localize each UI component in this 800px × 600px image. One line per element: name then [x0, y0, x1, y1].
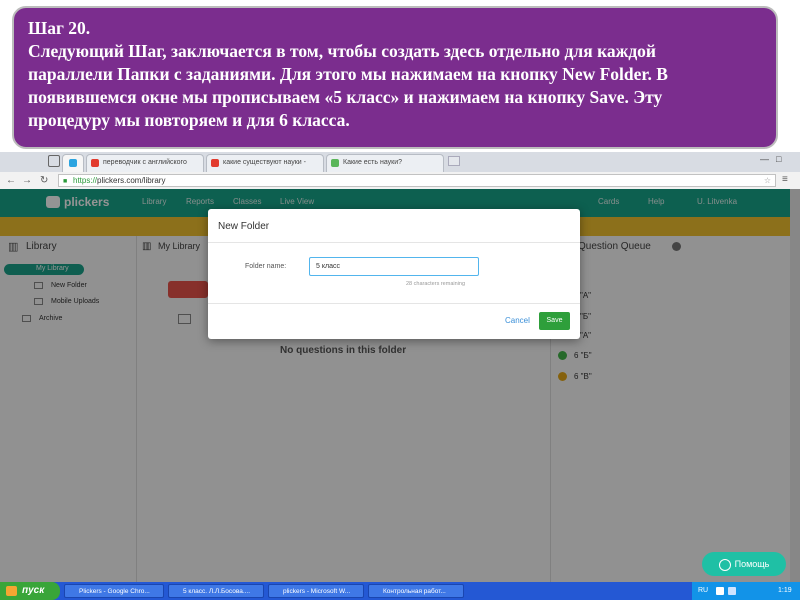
taskbar-item-chrome[interactable]: Plickers - Google Chro...: [64, 584, 164, 598]
caption-line: процедуру мы повторяем и для 6 класса.: [28, 110, 350, 130]
folder-name-value: 5 класс: [316, 263, 340, 270]
tab-label: переводчик с английского: [103, 159, 187, 166]
url-scheme: https://: [73, 176, 98, 185]
minimize-icon[interactable]: —: [760, 154, 769, 164]
plickers-favicon-icon: [69, 159, 77, 167]
cancel-button[interactable]: Cancel: [505, 316, 530, 325]
save-button[interactable]: Save: [539, 312, 570, 330]
taskbar-item-word-2[interactable]: Контрольная работ...: [368, 584, 464, 598]
dialog-title: New Folder: [218, 221, 270, 232]
url-text: plickers.com/library: [97, 176, 166, 185]
new-folder-dialog: New Folder Folder name: 5 класс 28 chara…: [208, 209, 580, 339]
tab-label: Какие есть науки?: [343, 159, 403, 166]
maximize-icon[interactable]: □: [776, 154, 781, 164]
taskbar-item-label: plickers - Microsoft W...: [283, 588, 351, 595]
start-button[interactable]: пуск: [0, 582, 60, 600]
address-bar[interactable]: ■ https://plickers.com/library ☆: [58, 174, 776, 187]
browser-tab-bar: переводчик с английского какие существую…: [0, 152, 800, 173]
back-icon[interactable]: ←: [6, 172, 16, 189]
tray-icon[interactable]: [728, 587, 736, 595]
apps-icon[interactable]: [48, 155, 60, 167]
help-button[interactable]: Помощь: [702, 552, 786, 576]
new-tab-icon[interactable]: [448, 156, 460, 166]
start-label: пуск: [22, 585, 45, 596]
forward-icon[interactable]: →: [22, 172, 32, 189]
lock-icon: ■: [63, 178, 68, 185]
windows-taskbar: Plickers - Google Chro... 5 класс. Л.Л.Б…: [0, 582, 800, 600]
tab-plickers[interactable]: [62, 154, 84, 172]
caption-line: Следующий Шаг, заключается в том, чтобы …: [28, 41, 657, 61]
system-tray: RU 1:19: [692, 582, 800, 600]
taskbar-item-label: Plickers - Google Chro...: [79, 588, 150, 595]
language-indicator[interactable]: RU: [698, 582, 708, 600]
clock: 1:19: [778, 587, 792, 594]
taskbar-item-label: 5 класс. Л.Л.Босова....: [183, 588, 251, 595]
folder-name-input[interactable]: 5 класс: [309, 257, 479, 276]
dialog-divider: [208, 242, 580, 243]
reload-icon[interactable]: ↻: [40, 172, 48, 189]
tray-icon[interactable]: [716, 587, 724, 595]
taskbar-item-folder[interactable]: 5 класс. Л.Л.Босова....: [168, 584, 264, 598]
folder-name-label: Folder name:: [245, 263, 287, 270]
help-chat-icon: [718, 558, 731, 571]
help-button-label: Помощь: [734, 559, 770, 569]
instruction-caption: Шаг 20. Следующий Шаг, заключается в том…: [12, 6, 778, 149]
caption-line: Шаг 20.: [28, 18, 91, 38]
star-icon[interactable]: ☆: [764, 175, 771, 186]
characters-remaining: 28 characters remaining: [406, 281, 466, 287]
taskbar-item-word[interactable]: plickers - Microsoft W...: [268, 584, 364, 598]
tab-translator[interactable]: переводчик с английского: [86, 154, 204, 172]
page-favicon-icon: [331, 159, 339, 167]
dialog-divider: [208, 303, 580, 304]
tab-what-sciences[interactable]: Какие есть науки?: [326, 154, 444, 172]
caption-line: параллели Папки с заданиями. Для этого м…: [28, 64, 668, 84]
yandex-favicon-icon: [211, 159, 219, 167]
tab-label: какие существуют науки -: [223, 159, 306, 166]
windows-logo-icon: [6, 586, 17, 596]
caption-line: появившемся окне мы прописываем «5 класс…: [28, 87, 663, 107]
menu-icon[interactable]: ≡: [782, 174, 788, 185]
yandex-favicon-icon: [91, 159, 99, 167]
taskbar-item-label: Контрольная работ...: [383, 588, 446, 595]
tab-sciences[interactable]: какие существуют науки -: [206, 154, 324, 172]
